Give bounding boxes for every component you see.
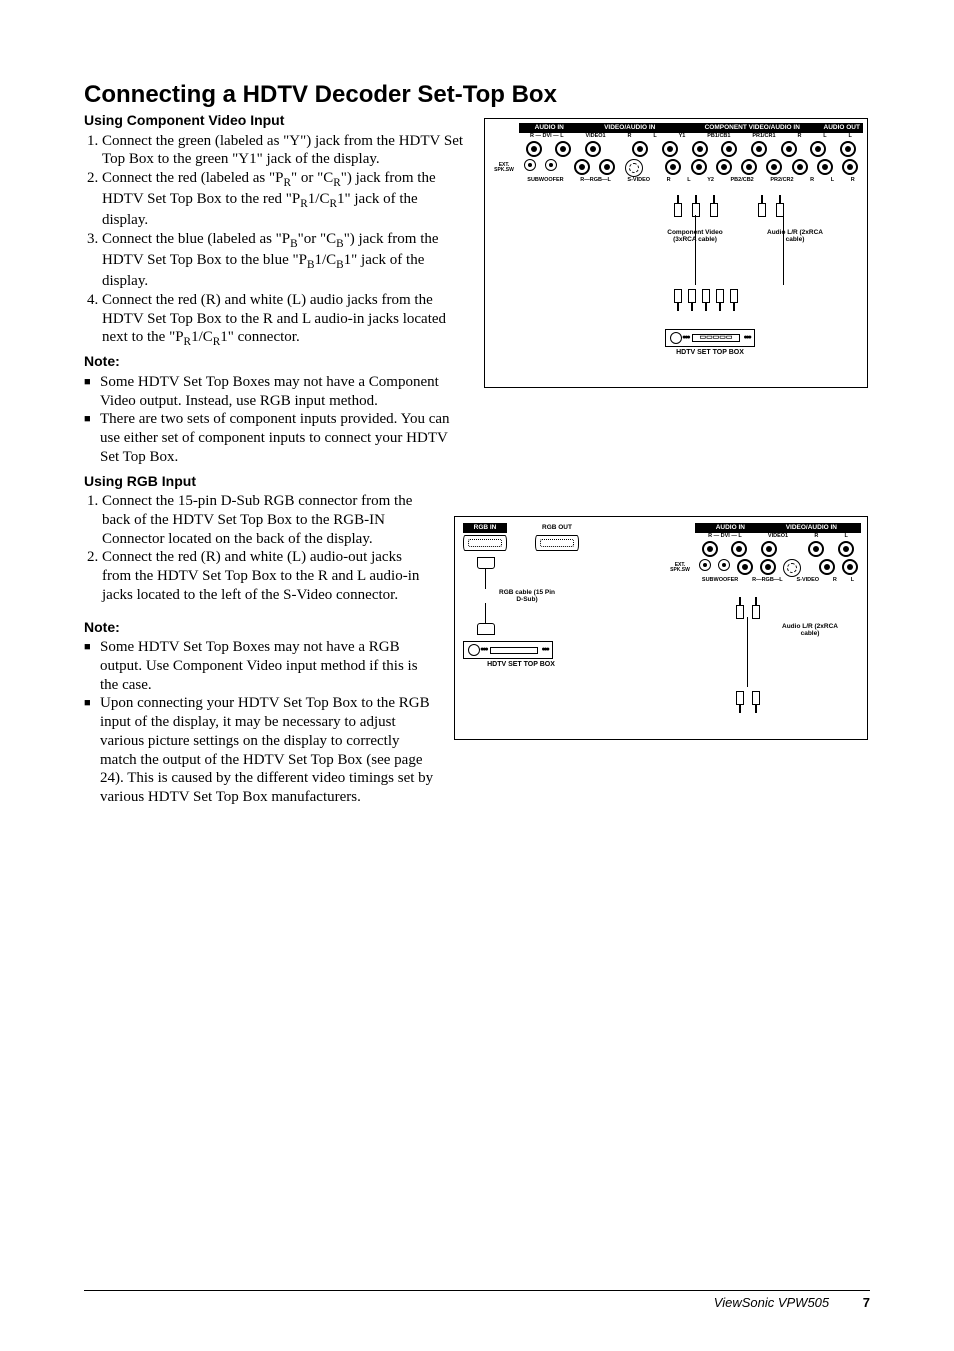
diagram-component-video: AUDIO IN VIDEO/AUDIO IN COMPONENT VIDEO/…	[484, 118, 868, 388]
rca-jack-icon	[819, 559, 835, 575]
rca-plug-icon	[777, 195, 783, 217]
rca-jack-icon	[842, 159, 858, 175]
rca-jack-icon	[692, 141, 708, 157]
rca-plug-icon	[717, 289, 723, 311]
rca-jack-icon	[781, 141, 797, 157]
rca-jack-icon	[838, 541, 854, 557]
settop-box-icon: ●●● ▭▭▭▭▭ ●●●	[665, 329, 755, 347]
rca-plug-icon	[675, 289, 681, 311]
rca-plug-icon	[675, 195, 681, 217]
rca-jack-icon	[526, 141, 542, 157]
list-item: Connect the green (labeled as "Y") jack …	[102, 132, 464, 170]
rca-jack-icon	[808, 541, 824, 557]
list-item: Connect the blue (labeled as "PB"or "CB"…	[102, 230, 464, 291]
page-title: Connecting a HDTV Decoder Set-Top Box	[84, 80, 870, 110]
ext-spk-label: EXT. SPK.SW	[665, 563, 695, 573]
cable-label-audio: Audio L/R (2xRCA cable)	[775, 623, 845, 637]
rca-jack-icon	[716, 159, 732, 175]
steps-component: Connect the green (labeled as "Y") jack …	[84, 132, 464, 350]
rca-jack-icon	[585, 141, 601, 157]
rca-jack-icon	[817, 159, 833, 175]
notes-component: Some HDTV Set Top Boxes may not have a C…	[84, 373, 464, 467]
stb-label: HDTV SET TOP BOX	[463, 661, 579, 670]
rgb-out-label: RGB OUT	[535, 523, 579, 533]
rca-jack-icon	[766, 159, 782, 175]
rca-jack-icon	[731, 541, 747, 557]
list-item: Connect the red (labeled as "PR" or "CR"…	[102, 169, 464, 230]
steps-rgb: Connect the 15-pin D-Sub RGB connector f…	[84, 492, 434, 605]
svideo-jack-icon	[783, 559, 801, 577]
note-heading: Note:	[84, 619, 434, 637]
rca-plug-icon	[753, 597, 759, 619]
rca-jack-icon	[741, 159, 757, 175]
rca-jack-icon	[555, 141, 571, 157]
page-footer: ViewSonic VPW505 7	[84, 1290, 870, 1311]
note-heading: Note:	[84, 353, 464, 371]
rca-jack-icon	[699, 559, 711, 571]
rca-plug-icon	[711, 195, 717, 217]
ext-spk-label: EXT. SPK.SW	[489, 163, 519, 173]
stb-label: HDTV SET TOP BOX	[665, 349, 755, 358]
rca-plug-icon	[759, 195, 765, 217]
rca-jack-icon	[737, 559, 753, 575]
svideo-jack-icon	[625, 159, 643, 177]
list-item: Some HDTV Set Top Boxes may not have a C…	[84, 373, 464, 411]
rca-jack-icon	[632, 141, 648, 157]
product-name: ViewSonic VPW505	[714, 1295, 829, 1310]
rca-plug-icon	[703, 289, 709, 311]
rca-jack-icon	[718, 559, 730, 571]
list-item: Some HDTV Set Top Boxes may not have a R…	[84, 638, 434, 694]
rca-jack-icon	[662, 141, 678, 157]
dsub-connector-icon	[477, 623, 495, 635]
list-item: Connect the 15-pin D-Sub RGB connector f…	[102, 492, 434, 548]
rca-plug-icon	[753, 691, 759, 713]
rca-jack-icon	[702, 541, 718, 557]
dsub-connector-icon	[477, 557, 495, 569]
rca-jack-icon	[842, 559, 858, 575]
rca-plug-icon	[731, 289, 737, 311]
rca-jack-icon	[665, 159, 681, 175]
rca-jack-icon	[810, 141, 826, 157]
rca-jack-icon	[751, 141, 767, 157]
dsub-port-icon	[535, 535, 579, 551]
list-item: Connect the red (R) and white (L) audio-…	[102, 548, 434, 604]
rca-jack-icon	[761, 541, 777, 557]
diagram-rgb: RGB IN RGB OUT RGB cable (15 Pin D-Sub)	[454, 516, 868, 740]
settop-box-icon: ●●● ●●●	[463, 641, 553, 659]
rca-jack-icon	[840, 141, 856, 157]
rca-jack-icon	[760, 559, 776, 575]
rca-jack-icon	[792, 159, 808, 175]
rca-jack-icon	[524, 159, 536, 171]
list-item: There are two sets of component inputs p…	[84, 410, 464, 466]
rca-jack-icon	[721, 141, 737, 157]
dsub-port-icon	[463, 535, 507, 551]
rca-plug-icon	[737, 691, 743, 713]
list-item: Upon connecting your HDTV Set Top Box to…	[84, 694, 434, 807]
rca-plug-icon	[693, 195, 699, 217]
panel-header: AUDIO IN VIDEO/AUDIO IN	[695, 523, 861, 533]
section-heading-rgb: Using RGB Input	[84, 473, 434, 491]
panel-header: AUDIO IN VIDEO/AUDIO IN COMPONENT VIDEO/…	[519, 123, 863, 133]
rca-jack-icon	[691, 159, 707, 175]
notes-rgb: Some HDTV Set Top Boxes may not have a R…	[84, 638, 434, 807]
rgb-in-label: RGB IN	[463, 523, 507, 533]
page-number: 7	[863, 1295, 870, 1310]
section-heading-component: Using Component Video Input	[84, 112, 464, 130]
rca-jack-icon	[574, 159, 590, 175]
list-item: Connect the red (R) and white (L) audio …	[102, 291, 464, 350]
cable-label-rgb: RGB cable (15 Pin D-Sub)	[499, 589, 555, 603]
rca-jack-icon	[545, 159, 557, 171]
cable-label-audio: Audio L/R (2xRCA cable)	[760, 229, 830, 243]
rca-jack-icon	[599, 159, 615, 175]
rca-plug-icon	[689, 289, 695, 311]
rca-plug-icon	[737, 597, 743, 619]
